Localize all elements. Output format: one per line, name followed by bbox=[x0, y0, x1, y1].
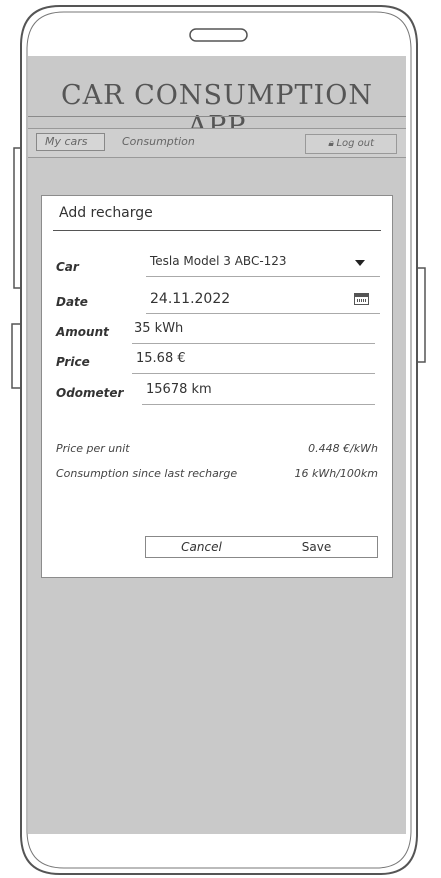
consumption-label: Consumption since last recharge bbox=[56, 467, 238, 480]
odometer-label: Odometer bbox=[56, 386, 124, 400]
amount-underline bbox=[132, 343, 375, 344]
form-title: Add recharge bbox=[59, 205, 153, 221]
date-row: Date 24.11.2022 bbox=[42, 291, 392, 317]
car-row: Car Tesla Model 3 ABC-123 bbox=[42, 254, 392, 280]
consumption-value: 16 kWh/100km bbox=[294, 467, 379, 480]
logout-button[interactable]: 🔒︎ Log out bbox=[305, 134, 397, 154]
form-title-divider bbox=[53, 230, 381, 231]
price-per-unit-value: 0.448 €/kWh bbox=[308, 442, 378, 455]
price-per-unit-label: Price per unit bbox=[56, 442, 130, 455]
car-select[interactable]: Tesla Model 3 ABC-123 bbox=[148, 254, 380, 274]
chevron-down-icon bbox=[355, 260, 365, 266]
lock-icon: 🔒︎ bbox=[327, 138, 334, 149]
car-underline bbox=[146, 276, 380, 277]
price-label: Price bbox=[56, 355, 90, 369]
date-input[interactable]: 24.11.2022 bbox=[150, 291, 230, 307]
price-underline bbox=[132, 373, 375, 374]
tab-consumption[interactable]: Consumption bbox=[122, 135, 195, 148]
date-underline bbox=[146, 313, 380, 314]
date-label: Date bbox=[56, 295, 88, 309]
title-divider bbox=[28, 116, 406, 117]
cancel-button[interactable]: Cancel bbox=[145, 536, 258, 558]
amount-input[interactable]: 35 kWh bbox=[134, 321, 183, 336]
save-button[interactable]: Save bbox=[256, 536, 378, 558]
price-per-unit-row: Price per unit 0.448 €/kWh bbox=[42, 442, 392, 460]
navbar: My cars Consumption 🔒︎ Log out bbox=[28, 128, 406, 158]
price-row: Price 15.68 € bbox=[42, 351, 392, 377]
amount-row: Amount 35 kWh bbox=[42, 321, 392, 347]
consumption-row: Consumption since last recharge 16 kWh/1… bbox=[42, 467, 392, 485]
odometer-row: Odometer 15678 km bbox=[42, 382, 392, 408]
car-label: Car bbox=[56, 260, 79, 274]
amount-label: Amount bbox=[56, 325, 109, 339]
odometer-input[interactable]: 15678 km bbox=[146, 382, 212, 397]
app-screen: CAR CONSUMPTION APP My cars Consumption … bbox=[28, 56, 406, 834]
logout-label: Log out bbox=[336, 138, 375, 149]
price-input[interactable]: 15.68 € bbox=[136, 351, 186, 366]
car-value: Tesla Model 3 ABC-123 bbox=[150, 254, 287, 268]
tab-my-cars[interactable]: My cars bbox=[36, 133, 105, 151]
odometer-underline bbox=[142, 404, 375, 405]
calendar-icon[interactable] bbox=[354, 293, 369, 305]
add-recharge-form: Add recharge Car Tesla Model 3 ABC-123 D… bbox=[41, 195, 393, 578]
